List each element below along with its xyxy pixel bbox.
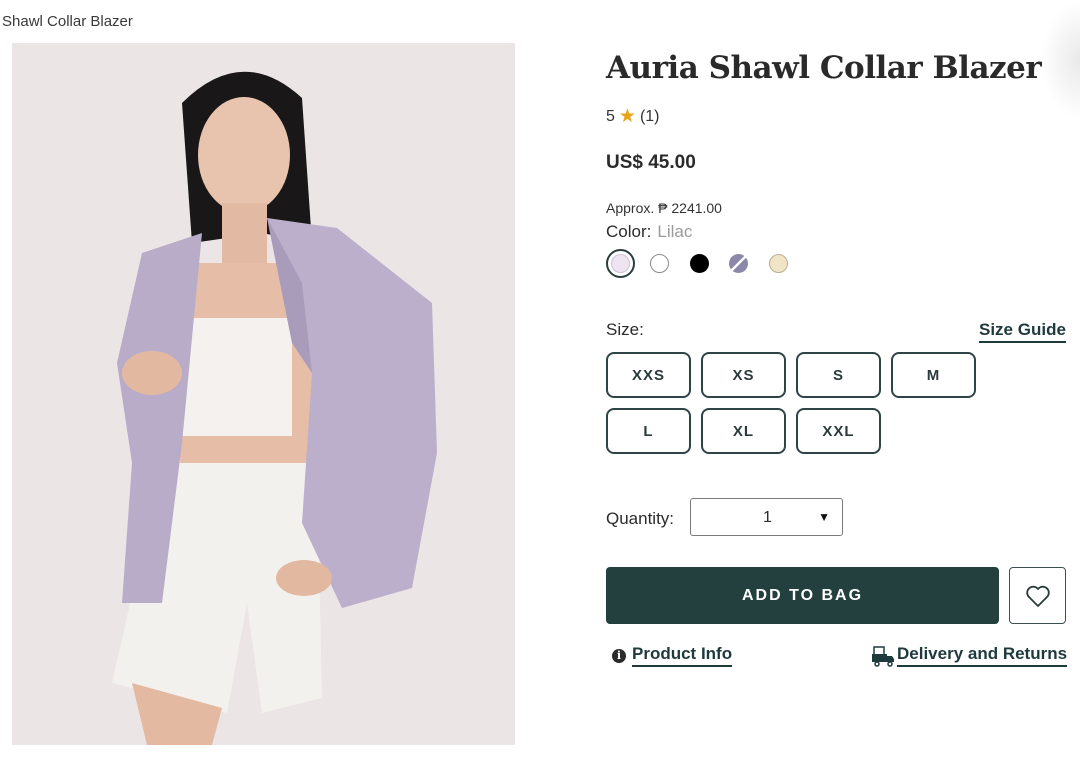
size-option-xxs[interactable]: XXS (606, 352, 691, 398)
size-option-l[interactable]: L (606, 408, 691, 454)
rating[interactable]: 5 ★ (1) (606, 107, 660, 126)
size-option-xl[interactable]: XL (701, 408, 786, 454)
color-row: Color: Lilac (606, 222, 692, 242)
color-value: Lilac (657, 222, 693, 241)
heart-icon (1025, 585, 1050, 607)
add-to-bag-button[interactable]: ADD TO BAG (606, 567, 999, 624)
price: US$ 45.00 (606, 152, 696, 173)
color-label: Color: (606, 222, 652, 241)
breadcrumb[interactable]: Shawl Collar Blazer (2, 13, 133, 30)
color-swatches (606, 249, 806, 278)
delivery-truck-icon (872, 645, 894, 667)
delivery-returns-label: Delivery and Returns (897, 644, 1068, 667)
size-guide-link[interactable]: Size Guide (979, 320, 1066, 343)
size-option-xs[interactable]: XS (701, 352, 786, 398)
caret-down-icon: ▼ (818, 510, 830, 524)
product-info-link[interactable]: i Product Info (612, 644, 733, 667)
info-icon: i (612, 648, 626, 663)
size-option-m[interactable]: M (891, 352, 976, 398)
wishlist-button[interactable] (1009, 567, 1066, 624)
size-option-s[interactable]: S (796, 352, 881, 398)
swatch-cream[interactable] (769, 254, 788, 273)
edge-shadow (1040, 0, 1080, 120)
swatch-lilac[interactable] (606, 249, 635, 278)
rating-count: (1) (639, 107, 660, 125)
swatch-lilac-fill (611, 254, 630, 273)
quantity-label: Quantity: (606, 509, 675, 528)
rating-value: 5 (606, 107, 615, 125)
product-info-label: Product Info (632, 644, 733, 667)
quantity-select[interactable]: 1 ▼ (690, 498, 843, 536)
product-title: Auria Shawl Collar Blazer (606, 50, 1042, 86)
swatch-black[interactable] (690, 254, 709, 273)
approx-price: Approx. ₱ 2241.00 (606, 200, 722, 216)
delivery-returns-link[interactable]: Delivery and Returns (871, 644, 1068, 667)
size-option-xxl[interactable]: XXL (796, 408, 881, 454)
star-icon: ★ (618, 106, 636, 127)
swatch-white[interactable] (650, 254, 669, 273)
swatch-violet[interactable] (729, 254, 748, 273)
product-photo (12, 43, 515, 745)
size-label: Size: (606, 320, 644, 339)
quantity-value: 1 (763, 509, 772, 526)
